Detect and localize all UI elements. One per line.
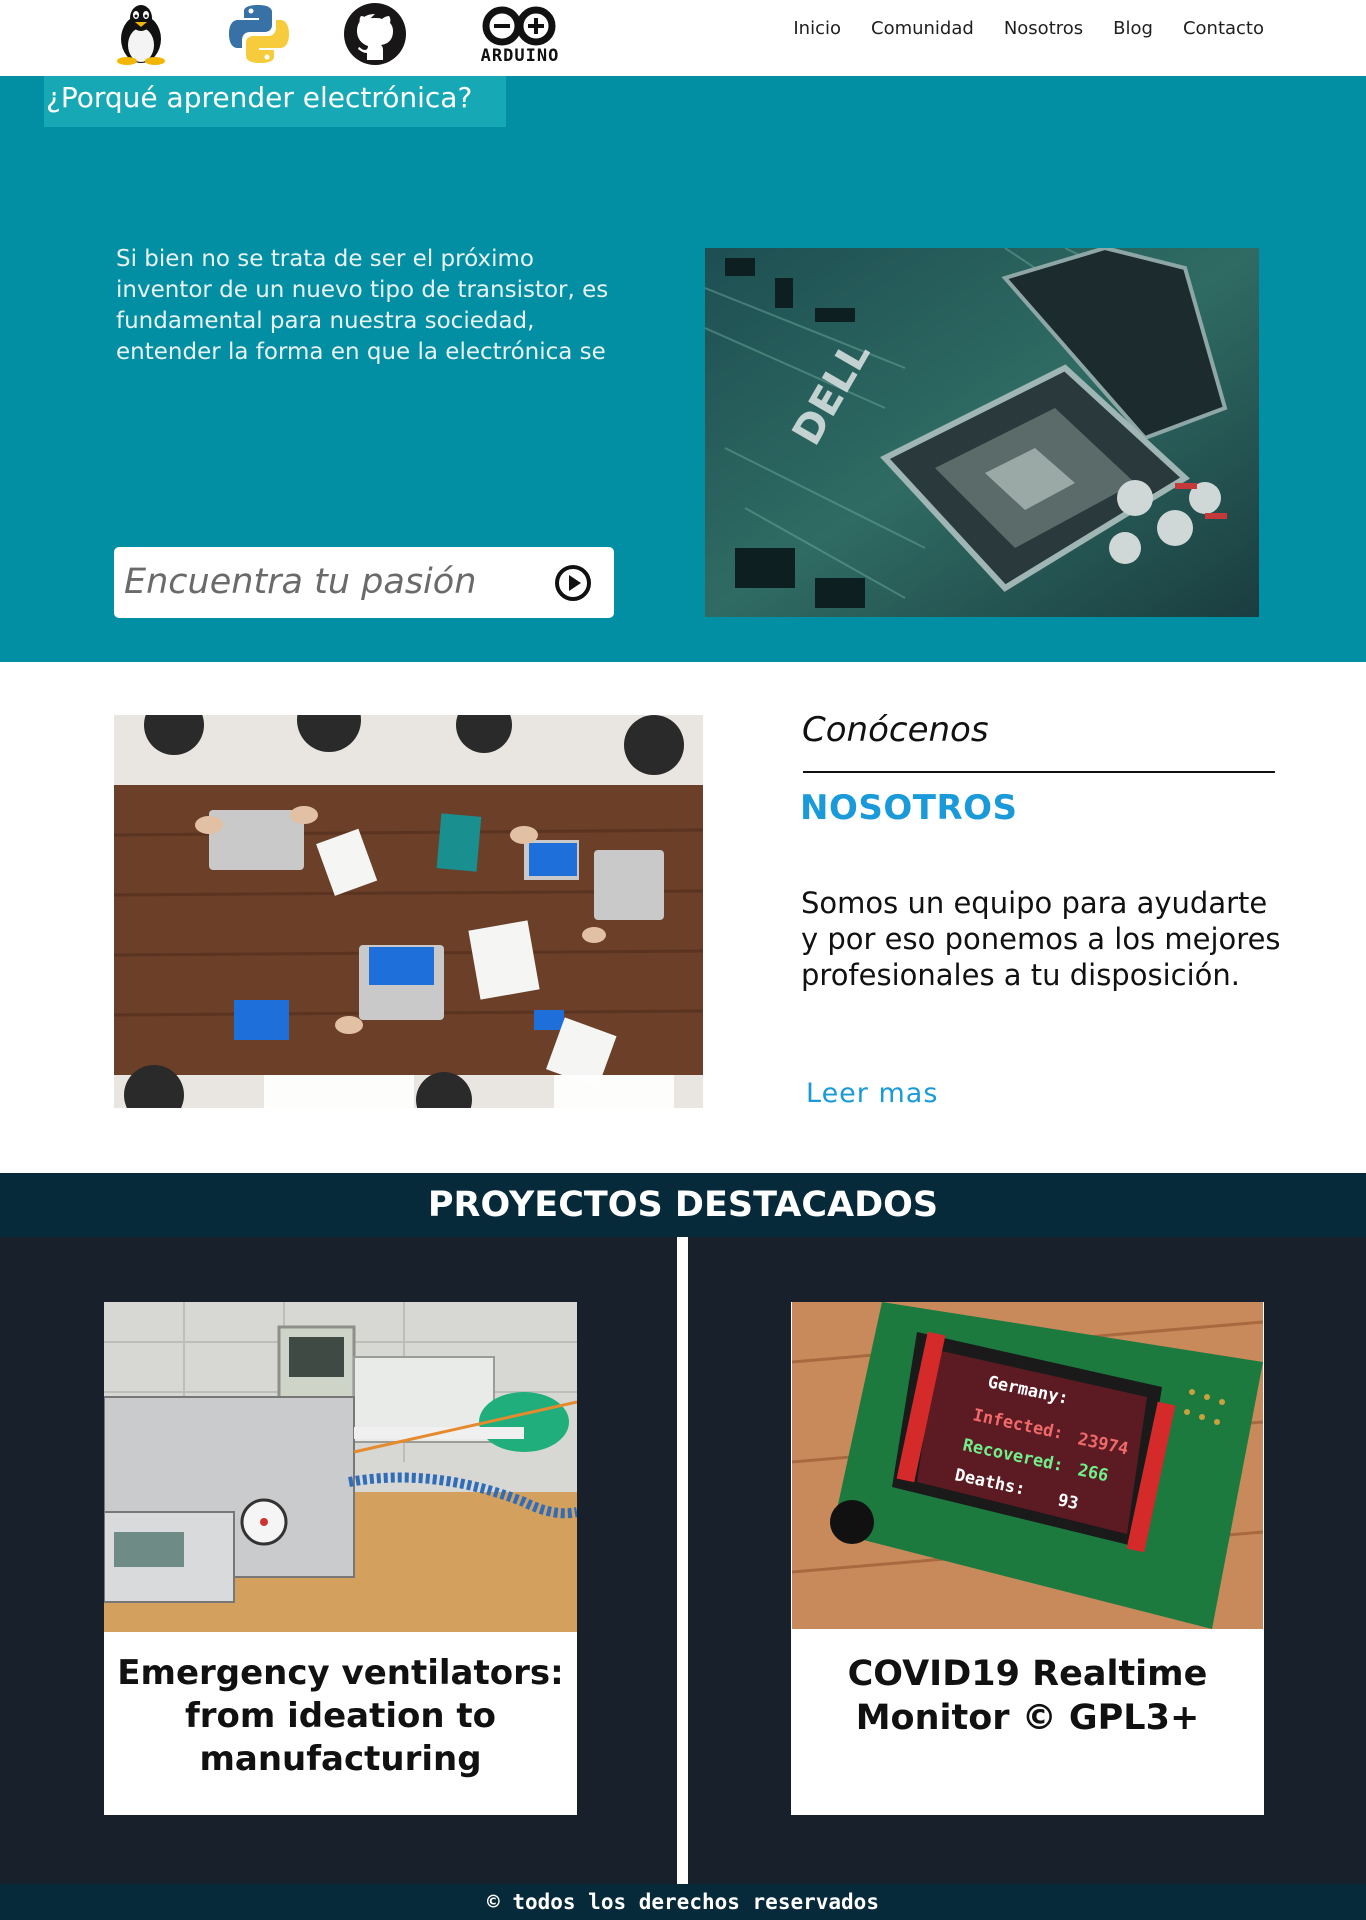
projects-divider <box>677 1237 688 1884</box>
project-card-covid-monitor[interactable]: Germany: Infected: 23974 Recovered: 266 … <box>791 1302 1264 1815</box>
arduino-icon[interactable]: ARDUINO <box>474 0 566 68</box>
hero-text: Si bien no se trata de ser el próximo in… <box>116 246 609 365</box>
play-circle-icon[interactable] <box>554 564 592 602</box>
search-box <box>114 547 614 618</box>
covid-monitor-image: Germany: Infected: 23974 Recovered: 266 … <box>792 1302 1263 1629</box>
nav-link-blog[interactable]: Blog <box>1113 18 1153 39</box>
main-menu: Inicio Comunidad Nosotros Blog Contacto <box>763 18 1264 39</box>
team-meeting-image <box>114 715 703 1108</box>
circuit-board-image: DELL <box>705 248 1259 617</box>
project-title-covid-monitor: COVID19 Realtime Monitor © GPL3+ <box>847 1654 1208 1738</box>
read-more-link[interactable]: Leer mas <box>806 1078 938 1109</box>
nav-link-nosotros[interactable]: Nosotros <box>1004 18 1083 39</box>
github-icon[interactable] <box>342 0 408 68</box>
screen-value-deaths: 93 <box>1056 1490 1080 1514</box>
footer-copyright: © todos los derechos reservados <box>0 1884 1366 1920</box>
project-title-ventilators: Emergency ventilators: from ideation to … <box>117 1653 564 1779</box>
ventilator-image <box>104 1302 577 1632</box>
arduino-logo-text: ARDUINO <box>480 46 560 66</box>
linux-icon[interactable] <box>110 0 172 68</box>
about-heading: NOSOTROS <box>800 788 1018 828</box>
hero-section: ¿Porqué aprender electrónica? Si bien no… <box>0 76 1366 662</box>
about-divider <box>803 771 1275 773</box>
about-text: Somos un equipo para ayudarte y por eso … <box>801 886 1281 992</box>
nav-link-contacto[interactable]: Contacto <box>1183 18 1264 39</box>
hero-title: ¿Porqué aprender electrónica? <box>44 76 506 127</box>
project-card-ventilators[interactable]: Emergency ventilators: from ideation to … <box>104 1302 577 1815</box>
search-input[interactable] <box>122 553 542 611</box>
python-icon[interactable] <box>226 0 292 68</box>
top-navbar: ARDUINO Inicio Comunidad Nosotros Blog C… <box>0 0 1366 76</box>
about-kicker: Conócenos <box>802 710 989 750</box>
nav-link-inicio[interactable]: Inicio <box>793 18 841 39</box>
projects-heading: PROYECTOS DESTACADOS <box>0 1173 1366 1237</box>
nav-link-comunidad[interactable]: Comunidad <box>871 18 974 39</box>
